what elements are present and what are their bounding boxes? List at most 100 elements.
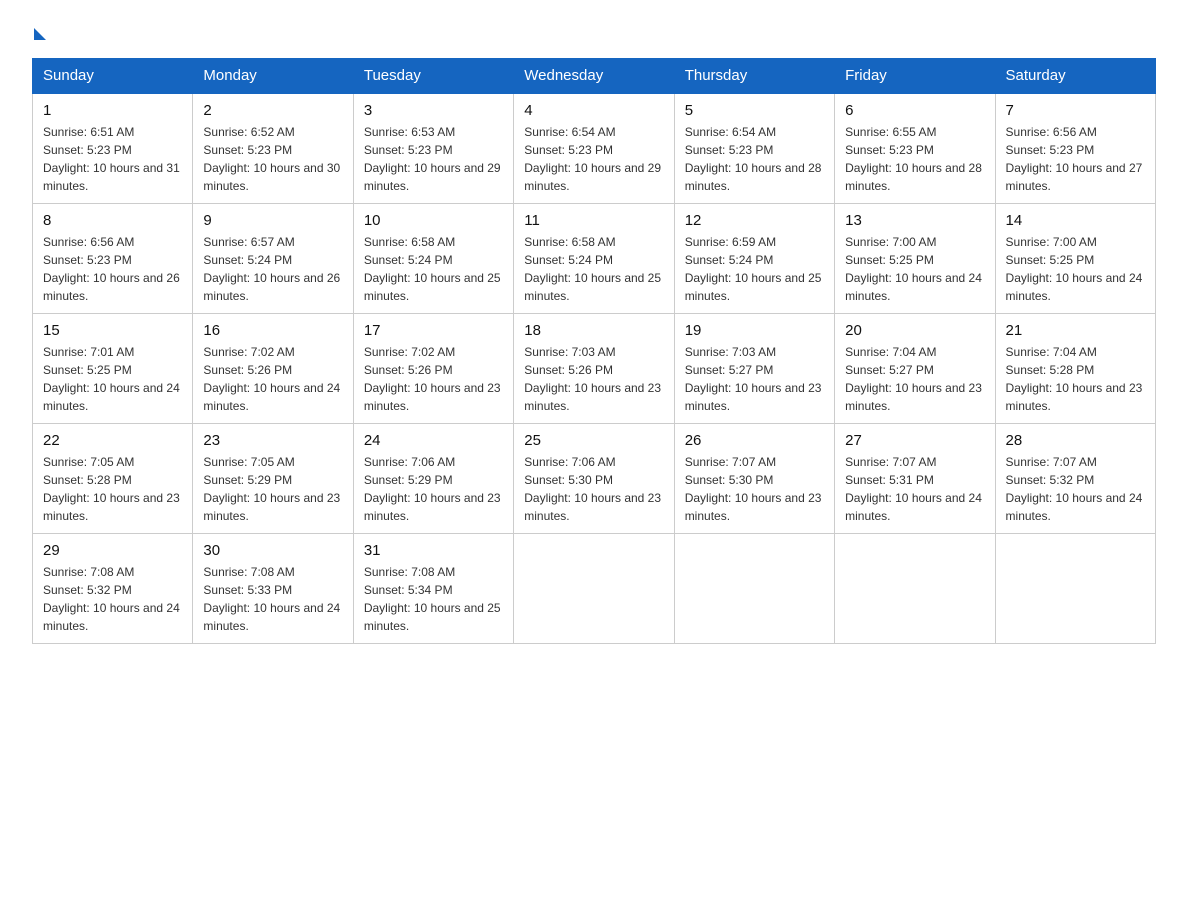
day-info: Sunrise: 6:56 AMSunset: 5:23 PMDaylight:… <box>1006 123 1145 195</box>
day-info: Sunrise: 6:54 AMSunset: 5:23 PMDaylight:… <box>685 123 824 195</box>
calendar-cell: 23 Sunrise: 7:05 AMSunset: 5:29 PMDaylig… <box>193 424 353 534</box>
day-info: Sunrise: 7:07 AMSunset: 5:30 PMDaylight:… <box>685 453 824 525</box>
day-info: Sunrise: 7:02 AMSunset: 5:26 PMDaylight:… <box>203 343 342 415</box>
calendar-cell: 13 Sunrise: 7:00 AMSunset: 5:25 PMDaylig… <box>835 204 995 314</box>
calendar-cell <box>995 534 1155 644</box>
col-header-thursday: Thursday <box>674 59 834 94</box>
day-info: Sunrise: 7:07 AMSunset: 5:31 PMDaylight:… <box>845 453 984 525</box>
day-number: 9 <box>203 212 342 229</box>
day-info: Sunrise: 6:56 AMSunset: 5:23 PMDaylight:… <box>43 233 182 305</box>
calendar-cell: 7 Sunrise: 6:56 AMSunset: 5:23 PMDayligh… <box>995 93 1155 204</box>
calendar-cell: 10 Sunrise: 6:58 AMSunset: 5:24 PMDaylig… <box>353 204 513 314</box>
day-number: 11 <box>524 212 663 229</box>
day-info: Sunrise: 7:03 AMSunset: 5:26 PMDaylight:… <box>524 343 663 415</box>
logo-arrow-icon <box>34 28 46 40</box>
day-info: Sunrise: 7:07 AMSunset: 5:32 PMDaylight:… <box>1006 453 1145 525</box>
day-number: 17 <box>364 322 503 339</box>
day-number: 2 <box>203 102 342 119</box>
col-header-friday: Friday <box>835 59 995 94</box>
calendar-cell: 6 Sunrise: 6:55 AMSunset: 5:23 PMDayligh… <box>835 93 995 204</box>
day-info: Sunrise: 6:54 AMSunset: 5:23 PMDaylight:… <box>524 123 663 195</box>
day-number: 27 <box>845 432 984 449</box>
day-info: Sunrise: 6:58 AMSunset: 5:24 PMDaylight:… <box>364 233 503 305</box>
day-info: Sunrise: 7:00 AMSunset: 5:25 PMDaylight:… <box>845 233 984 305</box>
day-number: 1 <box>43 102 182 119</box>
day-info: Sunrise: 7:08 AMSunset: 5:34 PMDaylight:… <box>364 563 503 635</box>
page-header <box>32 24 1156 40</box>
calendar-cell: 12 Sunrise: 6:59 AMSunset: 5:24 PMDaylig… <box>674 204 834 314</box>
calendar-week-row: 8 Sunrise: 6:56 AMSunset: 5:23 PMDayligh… <box>33 204 1156 314</box>
calendar-cell: 15 Sunrise: 7:01 AMSunset: 5:25 PMDaylig… <box>33 314 193 424</box>
calendar-week-row: 1 Sunrise: 6:51 AMSunset: 5:23 PMDayligh… <box>33 93 1156 204</box>
calendar-cell: 24 Sunrise: 7:06 AMSunset: 5:29 PMDaylig… <box>353 424 513 534</box>
calendar-cell: 29 Sunrise: 7:08 AMSunset: 5:32 PMDaylig… <box>33 534 193 644</box>
day-info: Sunrise: 6:58 AMSunset: 5:24 PMDaylight:… <box>524 233 663 305</box>
calendar-week-row: 22 Sunrise: 7:05 AMSunset: 5:28 PMDaylig… <box>33 424 1156 534</box>
calendar-cell <box>514 534 674 644</box>
day-info: Sunrise: 7:08 AMSunset: 5:32 PMDaylight:… <box>43 563 182 635</box>
day-number: 7 <box>1006 102 1145 119</box>
day-info: Sunrise: 7:08 AMSunset: 5:33 PMDaylight:… <box>203 563 342 635</box>
day-number: 5 <box>685 102 824 119</box>
day-number: 18 <box>524 322 663 339</box>
calendar-cell <box>835 534 995 644</box>
calendar-cell: 11 Sunrise: 6:58 AMSunset: 5:24 PMDaylig… <box>514 204 674 314</box>
day-number: 16 <box>203 322 342 339</box>
day-info: Sunrise: 6:59 AMSunset: 5:24 PMDaylight:… <box>685 233 824 305</box>
day-info: Sunrise: 6:51 AMSunset: 5:23 PMDaylight:… <box>43 123 182 195</box>
calendar-cell <box>674 534 834 644</box>
calendar-table: SundayMondayTuesdayWednesdayThursdayFrid… <box>32 58 1156 644</box>
calendar-cell: 18 Sunrise: 7:03 AMSunset: 5:26 PMDaylig… <box>514 314 674 424</box>
col-header-monday: Monday <box>193 59 353 94</box>
day-info: Sunrise: 7:04 AMSunset: 5:27 PMDaylight:… <box>845 343 984 415</box>
calendar-cell: 5 Sunrise: 6:54 AMSunset: 5:23 PMDayligh… <box>674 93 834 204</box>
day-info: Sunrise: 7:05 AMSunset: 5:28 PMDaylight:… <box>43 453 182 525</box>
calendar-cell: 4 Sunrise: 6:54 AMSunset: 5:23 PMDayligh… <box>514 93 674 204</box>
day-info: Sunrise: 6:52 AMSunset: 5:23 PMDaylight:… <box>203 123 342 195</box>
calendar-cell: 26 Sunrise: 7:07 AMSunset: 5:30 PMDaylig… <box>674 424 834 534</box>
calendar-cell: 28 Sunrise: 7:07 AMSunset: 5:32 PMDaylig… <box>995 424 1155 534</box>
day-info: Sunrise: 7:02 AMSunset: 5:26 PMDaylight:… <box>364 343 503 415</box>
day-number: 15 <box>43 322 182 339</box>
day-number: 4 <box>524 102 663 119</box>
calendar-cell: 3 Sunrise: 6:53 AMSunset: 5:23 PMDayligh… <box>353 93 513 204</box>
day-number: 13 <box>845 212 984 229</box>
calendar-week-row: 15 Sunrise: 7:01 AMSunset: 5:25 PMDaylig… <box>33 314 1156 424</box>
day-info: Sunrise: 7:03 AMSunset: 5:27 PMDaylight:… <box>685 343 824 415</box>
day-info: Sunrise: 6:55 AMSunset: 5:23 PMDaylight:… <box>845 123 984 195</box>
calendar-cell: 25 Sunrise: 7:06 AMSunset: 5:30 PMDaylig… <box>514 424 674 534</box>
day-number: 19 <box>685 322 824 339</box>
day-number: 12 <box>685 212 824 229</box>
day-number: 26 <box>685 432 824 449</box>
day-number: 22 <box>43 432 182 449</box>
calendar-cell: 2 Sunrise: 6:52 AMSunset: 5:23 PMDayligh… <box>193 93 353 204</box>
day-info: Sunrise: 7:06 AMSunset: 5:29 PMDaylight:… <box>364 453 503 525</box>
day-number: 30 <box>203 542 342 559</box>
day-info: Sunrise: 7:00 AMSunset: 5:25 PMDaylight:… <box>1006 233 1145 305</box>
day-number: 10 <box>364 212 503 229</box>
calendar-cell: 17 Sunrise: 7:02 AMSunset: 5:26 PMDaylig… <box>353 314 513 424</box>
day-info: Sunrise: 7:05 AMSunset: 5:29 PMDaylight:… <box>203 453 342 525</box>
day-number: 21 <box>1006 322 1145 339</box>
day-info: Sunrise: 6:53 AMSunset: 5:23 PMDaylight:… <box>364 123 503 195</box>
calendar-cell: 27 Sunrise: 7:07 AMSunset: 5:31 PMDaylig… <box>835 424 995 534</box>
calendar-cell: 14 Sunrise: 7:00 AMSunset: 5:25 PMDaylig… <box>995 204 1155 314</box>
col-header-saturday: Saturday <box>995 59 1155 94</box>
day-number: 20 <box>845 322 984 339</box>
calendar-cell: 22 Sunrise: 7:05 AMSunset: 5:28 PMDaylig… <box>33 424 193 534</box>
col-header-tuesday: Tuesday <box>353 59 513 94</box>
calendar-cell: 19 Sunrise: 7:03 AMSunset: 5:27 PMDaylig… <box>674 314 834 424</box>
day-number: 6 <box>845 102 984 119</box>
day-info: Sunrise: 7:06 AMSunset: 5:30 PMDaylight:… <box>524 453 663 525</box>
day-info: Sunrise: 6:57 AMSunset: 5:24 PMDaylight:… <box>203 233 342 305</box>
day-info: Sunrise: 7:04 AMSunset: 5:28 PMDaylight:… <box>1006 343 1145 415</box>
day-info: Sunrise: 7:01 AMSunset: 5:25 PMDaylight:… <box>43 343 182 415</box>
day-number: 3 <box>364 102 503 119</box>
calendar-cell: 20 Sunrise: 7:04 AMSunset: 5:27 PMDaylig… <box>835 314 995 424</box>
day-number: 23 <box>203 432 342 449</box>
col-header-sunday: Sunday <box>33 59 193 94</box>
day-number: 28 <box>1006 432 1145 449</box>
calendar-cell: 30 Sunrise: 7:08 AMSunset: 5:33 PMDaylig… <box>193 534 353 644</box>
calendar-week-row: 29 Sunrise: 7:08 AMSunset: 5:32 PMDaylig… <box>33 534 1156 644</box>
col-header-wednesday: Wednesday <box>514 59 674 94</box>
